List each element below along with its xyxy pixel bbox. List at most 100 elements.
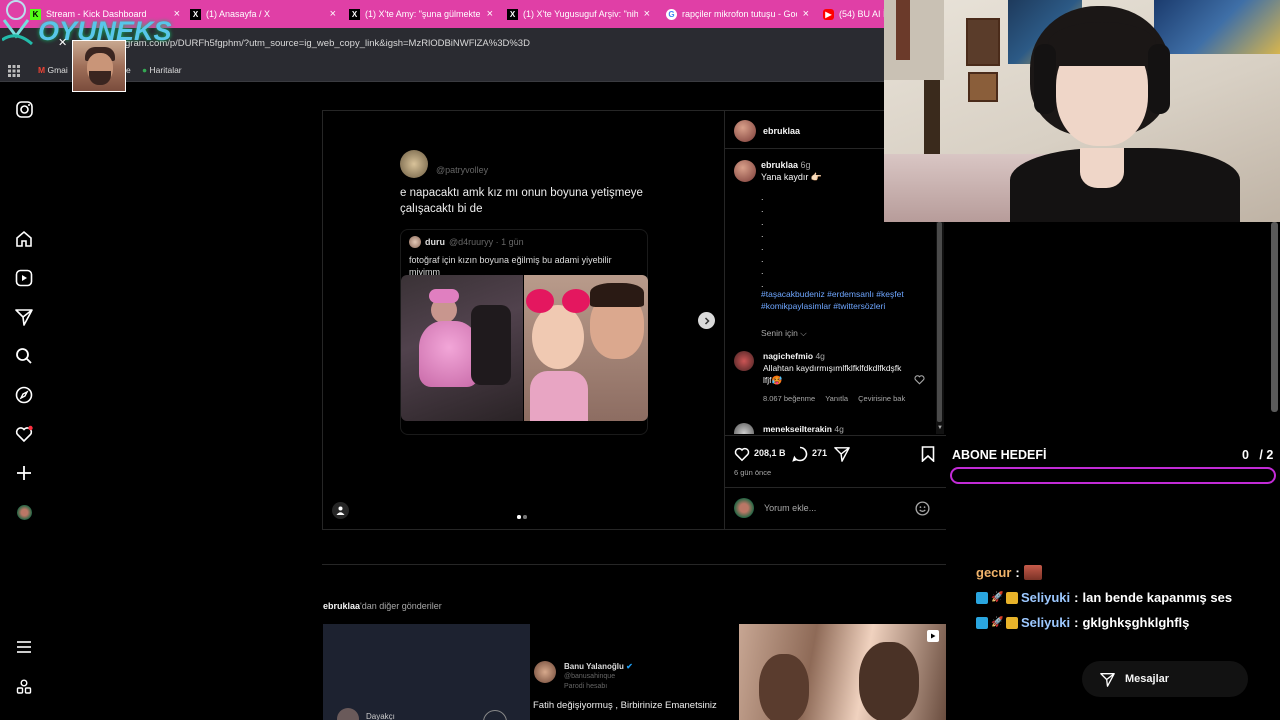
tweet-handle: @patryvolley bbox=[436, 165, 489, 175]
tab-google-search[interactable]: G rapçiler mikrofon tutuşu - Goo × bbox=[666, 4, 809, 24]
also-from-meta-icon[interactable] bbox=[13, 676, 35, 698]
comment-input[interactable]: Yorum ekle... bbox=[764, 503, 816, 513]
tab-title: rapçiler mikrofon tutuşu - Goo bbox=[682, 9, 797, 19]
caption-username[interactable]: ebruklaa bbox=[761, 160, 798, 170]
tab-x-yugusuguf[interactable]: X (1) X'te Yugusuguf Arşiv: "nihat × bbox=[507, 4, 650, 24]
instagram-logo-icon[interactable] bbox=[13, 98, 35, 120]
share-icon[interactable] bbox=[834, 446, 850, 467]
youtube-icon: ▶ bbox=[823, 8, 834, 20]
rocket-badge-icon: 🚀 bbox=[991, 591, 1004, 603]
quoted-tweet-header: duru @d4ruuryy · 1 gün bbox=[409, 236, 639, 248]
tweet-text: e napacaktı amk kız mı onun boyuna yetiş… bbox=[400, 187, 643, 215]
reel-play-icon bbox=[927, 630, 939, 642]
apps-grid-icon[interactable] bbox=[8, 64, 20, 77]
sub-goal-count: 0 / 2 bbox=[1242, 448, 1274, 462]
chat-message: 🚀 Seliyuki : gklghkşghklghflş bbox=[976, 615, 1189, 630]
for-you-dropdown[interactable]: Senin için ⌵ bbox=[761, 328, 807, 339]
post-author-header[interactable]: ebruklaa bbox=[734, 120, 800, 142]
chat-username[interactable]: Seliyuki bbox=[1021, 590, 1070, 605]
url-field[interactable]: gram.com/p/DURFh5fgphm/?utm_source=ig_we… bbox=[125, 38, 530, 49]
crown-badge-icon bbox=[1006, 616, 1018, 629]
grid-post-2[interactable]: Banu Yalanoğlu ✔ @banusahinque Parodi he… bbox=[531, 624, 738, 720]
comment-count[interactable]: 271 bbox=[812, 448, 827, 458]
comment-username[interactable]: nagichefmio bbox=[763, 351, 813, 361]
chevron-down-icon: ⌵ bbox=[800, 328, 807, 338]
carousel-dots bbox=[517, 515, 527, 519]
page-scrollbar[interactable] bbox=[1271, 222, 1278, 412]
badge-emblem-icon bbox=[483, 710, 507, 720]
comment-like-heart-icon[interactable] bbox=[914, 372, 925, 390]
close-tab-icon[interactable]: × bbox=[644, 8, 650, 20]
avatar bbox=[734, 160, 756, 182]
search-icon[interactable] bbox=[13, 345, 35, 367]
caption-dots: . . . . . . . . bbox=[761, 192, 764, 289]
caption-time: 6g bbox=[800, 160, 811, 170]
comment-likes: 8.067 beğenme bbox=[763, 394, 816, 403]
avatar bbox=[400, 150, 428, 178]
avatar bbox=[734, 351, 754, 371]
grid-post-3[interactable] bbox=[739, 624, 946, 720]
save-bookmark-icon[interactable] bbox=[921, 446, 935, 467]
next-slide-button[interactable] bbox=[698, 312, 715, 329]
x-icon: X bbox=[507, 8, 518, 20]
close-icon[interactable]: ✕ bbox=[58, 36, 67, 49]
like-count[interactable]: 208,1 B bbox=[754, 448, 786, 458]
notifications-heart-icon[interactable] bbox=[13, 423, 35, 445]
tab-title: (1) Anasayfa / X bbox=[206, 9, 271, 19]
tagged-users-button[interactable] bbox=[332, 502, 349, 519]
bookmark-e[interactable]: e bbox=[126, 65, 131, 75]
comment-bubble-icon[interactable] bbox=[792, 446, 808, 467]
close-tab-icon[interactable]: × bbox=[803, 8, 809, 20]
close-tab-icon[interactable]: × bbox=[330, 8, 336, 20]
guest-cam-image bbox=[72, 40, 126, 92]
post-date: 6 gün önce bbox=[734, 468, 772, 477]
comment-username[interactable]: menekseiIterakin bbox=[763, 424, 832, 434]
chat-username[interactable]: Seliyuki bbox=[1021, 615, 1070, 630]
direct-messages-icon[interactable] bbox=[13, 306, 35, 328]
direct-messages-icon bbox=[1100, 672, 1115, 687]
sub-goal-progress-bar bbox=[950, 467, 1276, 484]
like-heart-icon[interactable] bbox=[734, 446, 750, 467]
profile-avatar[interactable] bbox=[13, 501, 35, 523]
comments-scrollbar[interactable]: ▼ bbox=[936, 222, 944, 434]
reels-icon[interactable] bbox=[13, 267, 35, 289]
avatar bbox=[534, 661, 556, 683]
tab-youtube[interactable]: ▶ (54) BU AI İY bbox=[823, 4, 884, 24]
verified-icon: ✔ bbox=[626, 662, 633, 671]
subscriber-badge-icon bbox=[976, 616, 988, 629]
chat-message: gecur : bbox=[976, 565, 1042, 580]
avatar bbox=[734, 423, 754, 434]
create-plus-icon[interactable] bbox=[13, 462, 35, 484]
tab-title: (54) BU AI İY bbox=[839, 9, 884, 19]
close-tab-icon[interactable]: × bbox=[174, 8, 180, 20]
tab-x-amy[interactable]: X (1) X'te Amy: "şuna gülmekten × bbox=[349, 4, 493, 24]
grid-post-1[interactable]: Dayakçı bbox=[323, 624, 530, 720]
avatar bbox=[734, 120, 756, 142]
divider bbox=[322, 564, 946, 565]
avatar bbox=[337, 708, 359, 720]
tab-title: (1) X'te Amy: "şuna gülmekten bbox=[365, 9, 480, 19]
explore-icon[interactable] bbox=[13, 384, 35, 406]
rocket-badge-icon: 🚀 bbox=[991, 616, 1004, 628]
chat-text: lan bende kapanmış ses bbox=[1082, 590, 1233, 605]
comment-item: nagichefmio 4g Allahtan kaydırmışımlfklf… bbox=[734, 351, 905, 403]
close-tab-icon[interactable]: × bbox=[487, 8, 493, 20]
messages-button[interactable]: Mesajlar bbox=[1082, 661, 1248, 697]
chat-message: 🚀 Seliyuki : lan bende kapanmış ses bbox=[976, 590, 1232, 605]
reply-button[interactable]: Yanıtla bbox=[825, 394, 848, 403]
author-username[interactable]: ebruklaa bbox=[763, 126, 800, 136]
map-pin-icon: ● bbox=[142, 65, 148, 75]
tab-x-home[interactable]: X (1) Anasayfa / X × bbox=[190, 4, 336, 24]
tweet-photo-right bbox=[524, 275, 648, 421]
avatar bbox=[734, 498, 754, 518]
emoji-icon[interactable] bbox=[915, 501, 930, 521]
bookmark-maps[interactable]: ● Haritalar bbox=[142, 65, 182, 75]
translate-button[interactable]: Çevirisine bak bbox=[858, 394, 905, 403]
chat-username[interactable]: gecur bbox=[976, 565, 1011, 580]
home-icon[interactable] bbox=[13, 228, 35, 250]
hashtags[interactable]: #taşacakbudeniz #erdemsanlı #keşfet #kom… bbox=[761, 288, 931, 312]
bookmark-gmail[interactable]: M Gmai bbox=[38, 65, 68, 75]
more-menu-icon[interactable] bbox=[13, 636, 35, 658]
emote-icon bbox=[1023, 565, 1042, 580]
person-icon bbox=[336, 506, 345, 515]
